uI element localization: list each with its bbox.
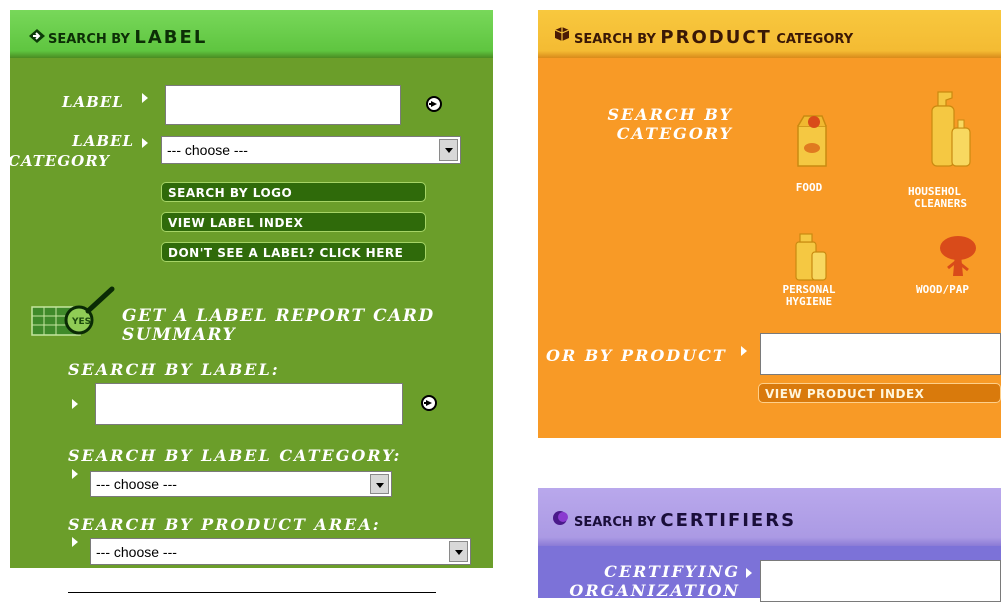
label-category-select[interactable]: --- choose --- bbox=[161, 136, 461, 164]
category-wood-label: WOOD/PAP bbox=[916, 283, 969, 296]
chevron-down-icon[interactable] bbox=[449, 541, 468, 562]
search-by-category-label: SEARCH BY CATEGORY bbox=[607, 105, 733, 143]
dont-see-label-button[interactable]: DON'T SEE A LABEL? CLICK HERE bbox=[161, 242, 426, 262]
report-card-title: GET A LABEL REPORT CARD SUMMARY bbox=[122, 306, 435, 345]
search-by-label-heading: SEARCH BY LABEL: bbox=[68, 360, 280, 379]
search-by-product-area-heading: SEARCH BY PRODUCT AREA: bbox=[68, 515, 381, 534]
chevron-down-icon[interactable] bbox=[370, 474, 389, 494]
certifying-arrow-icon bbox=[746, 568, 752, 578]
certifiers-header-prefix: SEARCH BY bbox=[574, 515, 656, 530]
label-category-select-arrow-icon bbox=[72, 469, 78, 479]
certifier-badge-icon bbox=[553, 511, 568, 525]
view-product-index-button[interactable]: VIEW PRODUCT INDEX bbox=[758, 383, 1001, 403]
certifiers-search-panel: SEARCH BY CERTIFIERS CERTIFYING ORGANIZA… bbox=[538, 488, 1001, 602]
product-input[interactable] bbox=[760, 333, 1001, 375]
report-card-product-area-select[interactable]: --- choose --- bbox=[90, 538, 471, 565]
product-header-suffix: CATEGORY bbox=[776, 32, 854, 47]
category-food-label: FOOD bbox=[795, 181, 823, 194]
label-header-main: LABEL bbox=[134, 27, 208, 48]
report-card-go-button[interactable] bbox=[421, 395, 437, 411]
label-go-button[interactable] bbox=[426, 96, 442, 112]
category-personal-label-2: HYGIENE bbox=[785, 295, 833, 308]
label-field-label: LABEL bbox=[62, 93, 124, 111]
report-card-label-input[interactable] bbox=[95, 383, 403, 425]
tree-icon bbox=[940, 236, 976, 276]
svg-text:YES: YES bbox=[71, 317, 91, 327]
category-household-cleaners[interactable]: HOUSEHOL CLEANERS bbox=[908, 90, 1001, 215]
report-card-icon: YES bbox=[31, 286, 115, 336]
product-search-panel: SEARCH BY PRODUCT CATEGORY SEARCH BY CAT… bbox=[538, 10, 1001, 438]
or-by-product-label: OR BY PRODUCT bbox=[546, 346, 727, 365]
search-by-label-arrow-icon bbox=[72, 399, 78, 409]
cleaning-bottles-icon bbox=[931, 91, 971, 167]
label-input[interactable] bbox=[165, 85, 401, 125]
product-panel-header: SEARCH BY PRODUCT CATEGORY bbox=[538, 10, 1001, 58]
label-category-label-2: CATEGORY bbox=[8, 152, 110, 170]
search-by-logo-button[interactable]: SEARCH BY LOGO bbox=[161, 182, 426, 202]
certifying-organization-input[interactable] bbox=[760, 560, 1001, 602]
category-household-label-2: CLEANERS bbox=[914, 197, 967, 210]
category-personal-hygiene[interactable]: PERSONAL HYGIENE bbox=[774, 232, 844, 322]
or-by-product-arrow-icon bbox=[741, 346, 747, 356]
label-category-label: LABEL bbox=[72, 132, 134, 150]
diamond-arrow-icon bbox=[29, 29, 45, 43]
label-header-prefix: SEARCH BY bbox=[48, 32, 130, 47]
food-bag-icon bbox=[797, 115, 827, 167]
view-label-index-button[interactable]: VIEW LABEL INDEX bbox=[161, 212, 426, 232]
chevron-down-icon[interactable] bbox=[439, 139, 458, 161]
certifiers-header-main: CERTIFIERS bbox=[660, 510, 797, 531]
category-wood-paper[interactable]: WOOD/PAP bbox=[916, 232, 1001, 312]
search-by-label-category-heading: SEARCH BY LABEL CATEGORY: bbox=[68, 446, 402, 465]
label-arrow-icon bbox=[142, 93, 148, 103]
report-card-label-category-select[interactable]: --- choose --- bbox=[90, 471, 392, 497]
product-box-icon bbox=[554, 27, 570, 41]
label-category-arrow-icon bbox=[142, 138, 148, 148]
certifiers-panel-header: SEARCH BY CERTIFIERS bbox=[538, 488, 1001, 546]
certifying-organization-label: CERTIFYING ORGANIZATION bbox=[569, 562, 740, 600]
divider-line bbox=[68, 592, 436, 593]
category-food[interactable]: FOOD bbox=[774, 110, 844, 205]
product-area-arrow-icon bbox=[72, 537, 78, 547]
label-search-panel: SEARCH BY LABEL LABEL LABEL CATEGORY ---… bbox=[8, 10, 493, 568]
product-header-main: PRODUCT bbox=[660, 27, 772, 48]
label-panel-header: SEARCH BY LABEL bbox=[10, 10, 493, 58]
hygiene-bottles-icon bbox=[795, 233, 827, 281]
product-header-prefix: SEARCH BY bbox=[574, 32, 656, 47]
